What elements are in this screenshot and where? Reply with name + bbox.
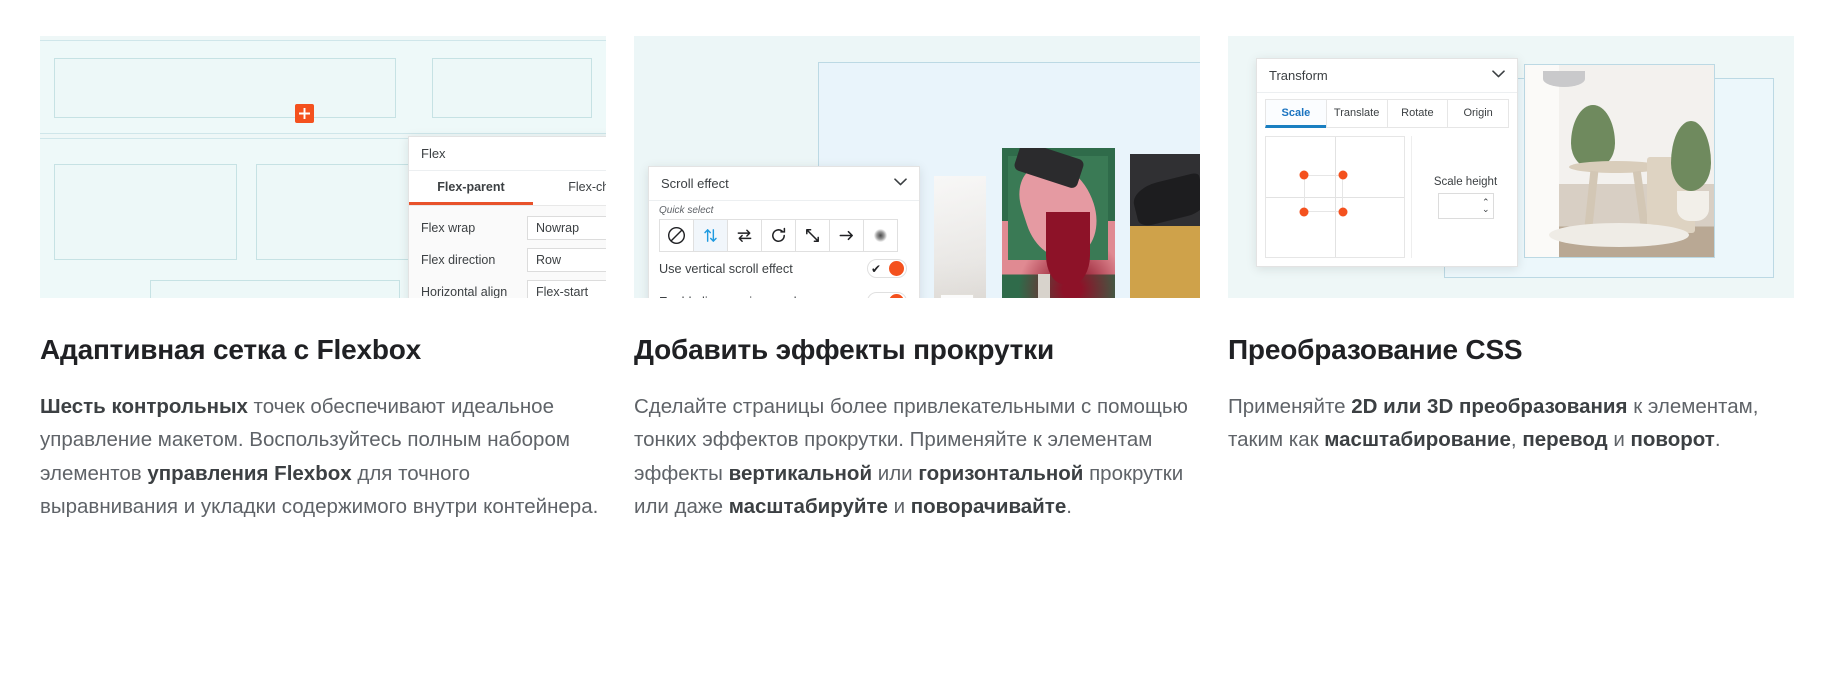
transform-panel-title: Transform (1269, 68, 1328, 83)
page-title: Преобразование CSS (1228, 334, 1523, 365)
tab-scale[interactable]: Scale (1265, 99, 1327, 128)
scroll-effect-panel[interactable]: Scroll effect Quick select Use vertical … (648, 166, 920, 298)
wireframe-box-5 (150, 280, 400, 298)
css-transform-preview: Transform Scale Translate Rotate Origin (1228, 36, 1794, 298)
flexbox-preview: Flex Flex-parent Flex-child Flex wrap No… (40, 36, 606, 298)
tab-origin[interactable]: Origin (1447, 99, 1509, 128)
chevron-down-icon[interactable]: ⌄ (1482, 204, 1490, 213)
flex-panel-header: Flex (409, 137, 606, 171)
property-row: Flex wrap Nowrap (409, 212, 606, 244)
transform-panel[interactable]: Transform Scale Translate Rotate Origin (1256, 58, 1518, 267)
chevron-down-icon[interactable] (894, 178, 907, 189)
handle-link-right (1342, 175, 1343, 211)
tab-translate[interactable]: Translate (1325, 99, 1388, 128)
card-scroll-effects: Scroll effect Quick select Use vertical … (634, 36, 1200, 524)
property-label: Flex direction (421, 253, 496, 267)
card-flexbox: Flex Flex-parent Flex-child Flex wrap No… (40, 36, 606, 524)
scroll-effects-preview: Scroll effect Quick select Use vertical … (634, 36, 1200, 298)
tab-flex-parent[interactable]: Flex-parent (409, 171, 533, 205)
quick-select-row (659, 219, 909, 252)
grid-line-horizontal (1266, 197, 1404, 198)
scale-origin-grid[interactable] (1265, 136, 1405, 258)
move-icon-button[interactable] (829, 219, 864, 252)
toggle-row-vertical-scroll: Use vertical scroll effect ✔ (649, 252, 919, 285)
toggle-label: Enable live preview mode (659, 295, 804, 299)
scale-icon-button[interactable] (795, 219, 830, 252)
photo-coffee (934, 176, 986, 298)
flex-tabs: Flex-parent Flex-child (409, 171, 606, 206)
tab-rotate[interactable]: Rotate (1386, 99, 1449, 128)
toggle-label: Use vertical scroll effect (659, 261, 793, 276)
scale-height-control: Scale height ⌃ ⌄ (1411, 136, 1509, 258)
photo-food-plating (1130, 154, 1200, 298)
scale-height-label: Scale height (1433, 175, 1498, 188)
card-body-text: Сделайте страницы более привлекательными… (634, 395, 1188, 519)
live-preview-toggle[interactable]: ✔ (867, 292, 907, 298)
transform-tabs: Scale Translate Rotate Origin (1257, 93, 1517, 128)
stepper-arrows[interactable]: ⌃ ⌄ (1482, 197, 1490, 213)
property-value-horizontal-align[interactable]: Flex-start (527, 280, 606, 298)
transform-body: Scale height ⌃ ⌄ (1257, 128, 1517, 266)
vertical-scroll-icon-button[interactable] (693, 219, 728, 252)
toggle-row-live-preview: Enable live preview mode ✔ (649, 285, 919, 298)
property-label: Flex wrap (421, 221, 476, 235)
blur-icon-button[interactable] (863, 219, 898, 252)
tab-flex-child[interactable]: Flex-child (533, 171, 606, 205)
wireframe-box-1 (54, 58, 396, 118)
card-body-text: Применяйте 2D или 3D преобразования к эл… (1228, 395, 1759, 452)
property-label: Horizontal align (421, 285, 508, 298)
horizontal-scroll-icon-button[interactable] (727, 219, 762, 252)
property-value-flex-direction[interactable]: Row (527, 248, 606, 272)
check-icon: ✔ (871, 261, 882, 276)
handle-link-bottom (1304, 211, 1342, 212)
chevron-down-icon[interactable] (1492, 70, 1505, 81)
flex-panel-title: Flex (421, 146, 446, 161)
property-value-flex-wrap[interactable]: Nowrap (527, 216, 606, 240)
flex-properties: Flex wrap Nowrap Flex direction Row Hori… (409, 206, 606, 298)
page-title: Добавить эффекты прокрутки (634, 334, 1054, 365)
handle-link-left (1304, 175, 1305, 211)
none-icon-button[interactable] (659, 219, 694, 252)
feature-cards-page: Flex Flex-parent Flex-child Flex wrap No… (0, 0, 1828, 700)
card-css-transform: Transform Scale Translate Rotate Origin (1228, 36, 1794, 524)
add-element-button[interactable] (295, 104, 314, 123)
scale-height-stepper[interactable]: ⌃ ⌄ (1437, 192, 1494, 219)
handle-link-top (1304, 175, 1342, 176)
scale-handle-top-left[interactable] (1299, 170, 1309, 180)
toggle-knob (889, 294, 904, 298)
flex-settings-panel[interactable]: Flex Flex-parent Flex-child Flex wrap No… (408, 136, 606, 298)
scroll-panel-title: Scroll effect (661, 176, 729, 191)
scale-handle-bottom-left[interactable] (1299, 207, 1309, 217)
page-title: Адаптивная сетка с Flexbox (40, 334, 422, 365)
scale-handle-bottom-right[interactable] (1338, 207, 1348, 217)
quick-select-label: Quick select (659, 205, 714, 216)
scale-handle-top-right[interactable] (1338, 170, 1348, 180)
scroll-panel-header: Scroll effect (649, 167, 919, 201)
cards-row: Flex Flex-parent Flex-child Flex wrap No… (0, 0, 1828, 524)
wireframe-box-3 (54, 164, 237, 260)
photo-wine-pour (1002, 148, 1115, 298)
toggle-knob (889, 261, 904, 276)
vertical-scroll-toggle[interactable]: ✔ (867, 259, 907, 278)
property-row: Flex direction Row (409, 244, 606, 276)
property-row: Horizontal align Flex-start (409, 276, 606, 298)
rotate-icon-button[interactable] (761, 219, 796, 252)
check-icon: ✔ (871, 296, 881, 299)
photo-interior (1524, 64, 1715, 258)
transform-panel-header: Transform (1257, 59, 1517, 93)
card-body-text: Шесть контрольных точек обеспечивают иде… (40, 395, 599, 519)
wireframe-box-2 (432, 58, 592, 118)
